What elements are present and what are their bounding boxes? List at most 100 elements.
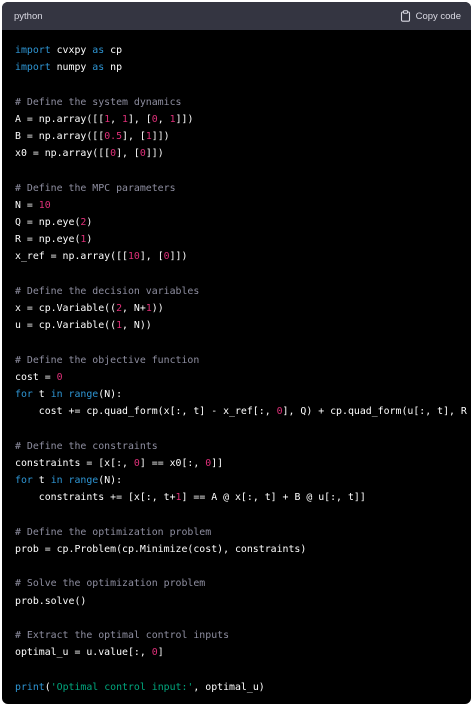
code-line: for t in range(N):: [15, 389, 122, 400]
code-line: # Extract the optimal control inputs: [15, 630, 229, 641]
code-token: ,: [157, 113, 170, 125]
code-token: np: [104, 62, 123, 74]
code-token: 10: [127, 251, 140, 263]
code-line: u = cp.Variable((1, N)): [15, 320, 152, 331]
code-token: cost += cp.quad_form(x[:, t] - x_ref[:,: [15, 406, 277, 418]
code-token: ], [: [122, 131, 146, 143]
code-line: # Define the objective function: [15, 355, 199, 366]
code-line: A = np.array([[1, 1], [0, 1]]): [15, 114, 193, 125]
code-token: ]]: [211, 457, 224, 469]
code-token: x = cp.Variable((: [15, 303, 117, 315]
code-line: cost += cp.quad_form(x[:, t] - x_ref[:, …: [15, 406, 467, 417]
code-line: x_ref = np.array([[10], [0]]): [15, 251, 187, 262]
code-token: ]]): [169, 251, 188, 263]
code-token: 0: [56, 371, 63, 383]
clipboard-icon: [400, 10, 411, 22]
code-token: range: [68, 475, 99, 487]
code-token: range: [68, 389, 99, 401]
code-content: import cvxpy as cp import numpy as np # …: [15, 42, 471, 696]
code-token: # Solve the optimization problem: [15, 578, 206, 590]
code-token: for: [15, 475, 33, 487]
code-token: numpy: [50, 62, 93, 74]
code-line: # Define the decision variables: [15, 286, 199, 297]
code-line: # Define the MPC parameters: [15, 183, 176, 194]
code-line: constraints += [x[:, t+1] == A @ x[:, t]…: [15, 492, 366, 503]
code-token: A = np.array([[: [15, 113, 105, 125]
language-label: python: [14, 10, 43, 22]
code-token: t: [32, 389, 51, 401]
code-token: t: [32, 475, 51, 487]
code-token: ], [: [116, 148, 140, 160]
code-token: ]]): [145, 148, 164, 160]
copy-code-label: Copy code: [415, 10, 461, 22]
code-token: ]]): [175, 113, 194, 125]
code-line: N = 10: [15, 200, 51, 211]
code-line: print('Optimal control input:', optimal_…: [15, 682, 265, 693]
code-token: ]]): [151, 131, 170, 143]
code-token: # Define the objective function: [15, 354, 200, 366]
code-line: Q = np.eye(2): [15, 217, 92, 228]
code-token: # Define the MPC parameters: [15, 182, 176, 194]
code-token: Q = np.eye(: [15, 217, 81, 229]
code-token: for: [15, 389, 33, 401]
code-token: constraints += [x[:, t+: [15, 492, 176, 504]
code-area: import cvxpy as cp import numpy as np # …: [2, 30, 471, 704]
code-token: , N+: [122, 303, 146, 315]
code-token: ]: [157, 647, 164, 659]
code-token: ], Q) + cp.quad_form(u[:, t], R: [282, 406, 467, 418]
code-token: prob.solve(): [15, 595, 87, 607]
code-token: ], [: [139, 251, 164, 263]
code-token: (N):: [98, 389, 123, 401]
code-line: optimal_u = u.value[:, 0]: [15, 647, 164, 658]
code-line: import cvxpy as cp: [15, 45, 122, 56]
code-line: prob.solve(): [15, 596, 86, 607]
code-line: # Define the system dynamics: [15, 97, 181, 108]
code-token: R = np.eye(: [15, 234, 81, 246]
copy-code-button[interactable]: Copy code: [400, 10, 461, 22]
code-token: prob = cp.Problem(cp.Minimize(cost), con…: [15, 543, 307, 555]
code-token: ] == x0[:,: [139, 457, 206, 469]
code-line: x0 = np.array([[0], [0]]): [15, 148, 164, 159]
code-token: cost =: [15, 371, 57, 383]
code-token: ): [86, 217, 93, 229]
code-line: import numpy as np: [15, 62, 122, 73]
code-block-header: python Copy code: [2, 2, 471, 30]
code-line: # Define the optimization problem: [15, 527, 211, 538]
code-token: u = cp.Variable((: [15, 320, 117, 332]
code-line: B = np.array([[0.5], [1]]): [15, 131, 170, 142]
code-token: , N)): [122, 320, 152, 332]
code-line: x = cp.Variable((2, N+1)): [15, 303, 164, 314]
code-token: # Define the system dynamics: [15, 96, 182, 108]
code-token: import: [15, 62, 51, 74]
code-token: as: [92, 62, 105, 74]
code-token: import: [15, 45, 51, 56]
code-token: )): [151, 303, 164, 315]
code-token: optimal_u = u.value[:,: [15, 647, 152, 659]
code-token: 10: [38, 199, 51, 211]
code-token: 0.5: [104, 131, 123, 143]
code-line: R = np.eye(1): [15, 234, 92, 245]
code-line: # Solve the optimization problem: [15, 578, 205, 589]
code-token: (N):: [98, 475, 123, 487]
code-token: x_ref = np.array([[: [15, 251, 128, 263]
code-block: python Copy code import cvxpy as cp impo…: [2, 2, 471, 704]
code-token: constraints = [x[:,: [15, 457, 134, 469]
code-token: in: [50, 389, 63, 401]
code-token: ] == A @ x[:, t] + B @ u[:, t]]: [181, 492, 366, 504]
code-line: # Define the constraints: [15, 441, 158, 452]
code-line: constraints = [x[:, 0] == x0[:, 0]]: [15, 458, 223, 469]
code-token: 'Optimal control input:': [50, 681, 194, 693]
code-token: in: [50, 475, 63, 487]
code-token: x0 = np.array([[: [15, 148, 111, 160]
code-token: # Define the optimization problem: [15, 526, 212, 538]
code-token: , optimal_u): [193, 681, 265, 693]
code-token: cvxpy: [50, 45, 93, 56]
code-line: for t in range(N):: [15, 475, 122, 486]
code-token: # Extract the optimal control inputs: [15, 629, 230, 641]
code-line: prob = cp.Problem(cp.Minimize(cost), con…: [15, 544, 306, 555]
code-token: ,: [110, 113, 123, 125]
code-line: cost = 0: [15, 372, 63, 383]
code-token: # Define the decision variables: [15, 285, 200, 297]
code-token: B = np.array([[: [15, 131, 105, 143]
code-token: cp: [104, 45, 123, 56]
